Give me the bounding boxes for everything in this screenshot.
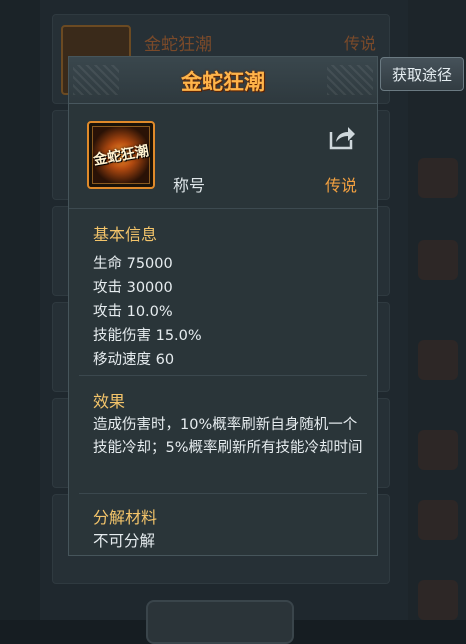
share-icon[interactable] (327, 122, 357, 152)
background-left-column (0, 0, 40, 620)
stat-line: 攻击 30000 (93, 280, 173, 296)
get-source-button[interactable]: 获取途径 (380, 57, 464, 91)
item-icon-art: 金蛇狂潮 (92, 126, 150, 184)
background-icon (418, 240, 458, 280)
stat-line: 生命 75000 (93, 256, 173, 272)
popup-header: 金蛇狂潮 (69, 57, 377, 104)
effect-label: 效果 (93, 392, 126, 411)
stat-line: 技能伤害 15.0% (93, 328, 202, 344)
item-icon-text: 金蛇狂潮 (92, 143, 151, 169)
item-summary: 金蛇狂潮 称号 传说 (69, 104, 377, 209)
background-bottom-button (146, 600, 294, 644)
background-icon (418, 580, 458, 620)
background-right-column (408, 0, 466, 620)
effect-description: 造成伤害时，10%概率刷新自身随机一个技能冷却；5%概率刷新所有技能冷却时间 (93, 417, 363, 456)
background-icon (418, 340, 458, 380)
basic-info-label: 基本信息 (93, 225, 158, 244)
background-row-title: 金蛇狂潮 (144, 35, 212, 55)
item-detail-popup: 金蛇狂潮 金蛇狂潮 称号 传说 基本信息 生命 75000 攻击 30000 攻… (68, 56, 378, 556)
popup-title: 金蛇狂潮 (181, 70, 265, 94)
decompose-value: 不可分解 (93, 532, 156, 550)
section-divider (79, 375, 367, 376)
background-row-rank: 传说 (344, 34, 377, 53)
stat-line: 攻击 10.0% (93, 304, 173, 320)
item-type: 称号 (173, 176, 206, 195)
decompose-label: 分解材料 (93, 508, 158, 527)
background-icon (418, 500, 458, 540)
background-icon (418, 430, 458, 470)
item-rank: 传说 (325, 176, 358, 195)
background-icon (418, 158, 458, 198)
item-icon[interactable]: 金蛇狂潮 (87, 121, 155, 189)
stat-line: 移动速度 60 (93, 352, 175, 368)
section-divider (79, 493, 367, 494)
